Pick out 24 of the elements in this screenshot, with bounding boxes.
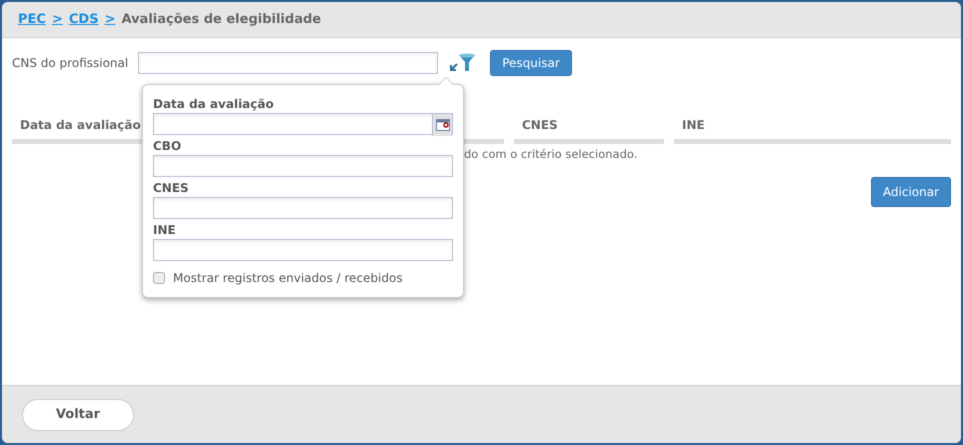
checkbox[interactable] bbox=[153, 272, 165, 284]
breadcrumb-link[interactable]: CDS bbox=[68, 10, 99, 30]
checkbox-label: Mostrar registros enviados / recebidos bbox=[173, 270, 403, 287]
breadcrumb-link[interactable]: > bbox=[52, 10, 63, 30]
back-button[interactable]: Voltar bbox=[22, 398, 134, 430]
date-input-field[interactable] bbox=[153, 113, 453, 135]
breadcrumb-link[interactable]: PEC bbox=[18, 10, 46, 30]
page-title: Avaliações de elegibilidade bbox=[121, 10, 322, 29]
field-label: INE bbox=[153, 222, 177, 239]
input-field[interactable] bbox=[153, 155, 453, 177]
field-label: Data da avaliação bbox=[153, 96, 275, 113]
empty-message: do com o critério selecionado. bbox=[464, 146, 638, 163]
column-header: INE bbox=[674, 116, 951, 144]
field-label: CNS do profissional bbox=[12, 55, 128, 72]
calendar-button[interactable] bbox=[432, 114, 452, 136]
input-field[interactable] bbox=[153, 197, 453, 219]
search-button[interactable]: Pesquisar bbox=[490, 50, 572, 76]
cns-input-field[interactable] bbox=[138, 52, 438, 74]
add-button[interactable]: Adicionar bbox=[870, 177, 951, 208]
field-label: CNES bbox=[153, 180, 190, 197]
breadcrumb-link[interactable]: > bbox=[104, 10, 116, 30]
column-header: CNES bbox=[514, 116, 664, 144]
input-field[interactable] bbox=[153, 239, 453, 261]
filter-icon[interactable] bbox=[450, 52, 476, 74]
